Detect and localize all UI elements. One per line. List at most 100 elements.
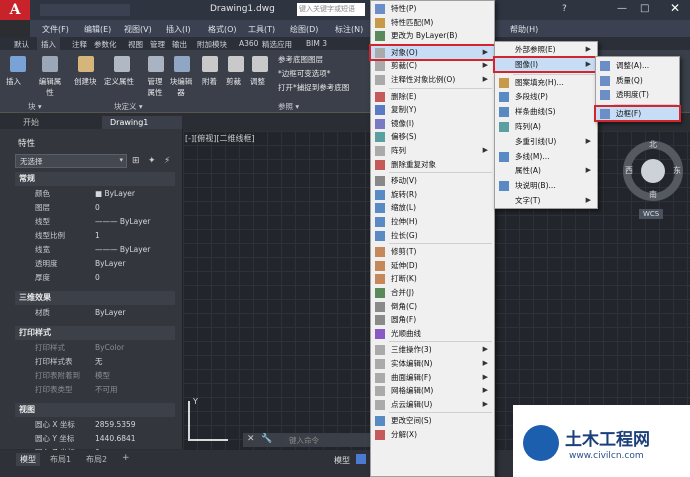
tab-default[interactable]: 默认 bbox=[14, 39, 29, 50]
property-row[interactable]: 打印表类型 不可用 bbox=[15, 383, 175, 397]
adjust-button[interactable]: 调整 bbox=[250, 76, 265, 87]
tab-manage[interactable]: 管理 bbox=[150, 39, 165, 50]
maximize-icon[interactable]: □ bbox=[640, 3, 649, 14]
submenu-item[interactable]: 多段线(P) bbox=[495, 90, 597, 104]
menu-file[interactable]: 文件(F) bbox=[42, 24, 69, 35]
tab-annotate[interactable]: 注释 bbox=[72, 39, 87, 50]
tab-layout1[interactable]: 布局1 bbox=[50, 454, 71, 465]
menu-view[interactable]: 视图(V) bbox=[124, 24, 152, 35]
select-objects-icon[interactable]: ✦ bbox=[148, 156, 156, 166]
menu-help[interactable]: 帮助(H) bbox=[510, 24, 538, 35]
menu-format[interactable]: 格式(O) bbox=[208, 24, 237, 35]
add-layout-icon[interactable]: + bbox=[122, 453, 130, 463]
property-row[interactable]: 打印样式表 无 bbox=[15, 355, 175, 369]
menu-item[interactable]: 删除(E) bbox=[371, 90, 494, 104]
attach-icon[interactable] bbox=[202, 56, 218, 72]
clip-button[interactable]: 剪裁 bbox=[226, 76, 241, 87]
submenu-item[interactable]: 透明度(T) bbox=[596, 88, 679, 102]
create-block-button[interactable]: 创建块 bbox=[74, 76, 97, 87]
group-reference-label[interactable]: 参照 ▾ bbox=[278, 101, 299, 112]
edit-attribute-button[interactable]: 编辑属性 bbox=[38, 76, 62, 98]
insert-block-button[interactable]: 插入 bbox=[6, 76, 21, 87]
submenu-item[interactable]: 多线(M)... bbox=[495, 150, 597, 164]
menu-item[interactable]: 三维操作(3) ▶ bbox=[371, 343, 494, 357]
menu-item[interactable]: 镜像(I) bbox=[371, 117, 494, 131]
minimize-icon[interactable]: — bbox=[617, 3, 627, 14]
submenu-item[interactable]: 块说明(B)... bbox=[495, 179, 597, 193]
property-row[interactable]: 线宽 ——— ByLayer bbox=[15, 243, 175, 257]
menu-item[interactable]: 更改空间(S) bbox=[371, 414, 494, 428]
menu-item[interactable]: 圆角(F) bbox=[371, 313, 494, 327]
tab-start[interactable]: 开始 bbox=[15, 116, 47, 129]
section-header[interactable]: 视图 bbox=[15, 403, 175, 417]
property-row[interactable]: 图层 0 bbox=[15, 201, 175, 215]
tab-model[interactable]: 模型 bbox=[16, 453, 40, 466]
submenu-item[interactable]: 图案填充(H)... bbox=[495, 76, 597, 90]
menu-item[interactable]: 特性(P) bbox=[371, 2, 494, 16]
help-icon[interactable]: ? bbox=[562, 4, 567, 14]
submenu-item[interactable]: 外部参照(E) ▶ bbox=[495, 43, 597, 57]
menu-item[interactable]: 注释性对象比例(O) ▶ bbox=[371, 73, 494, 87]
define-attribute-icon[interactable] bbox=[114, 56, 130, 72]
wrench-icon[interactable]: 🔧 bbox=[261, 434, 272, 444]
property-row[interactable]: 材质 ByLayer bbox=[15, 306, 175, 320]
menu-item[interactable]: 曲面编辑(F) ▶ bbox=[371, 371, 494, 385]
create-block-icon[interactable] bbox=[78, 56, 94, 72]
tab-bim[interactable]: BIM 3 bbox=[306, 39, 327, 48]
wcs-dropdown[interactable]: WCS bbox=[639, 209, 664, 219]
frame-variable-dropdown[interactable]: *边框可变选项* bbox=[278, 68, 331, 79]
app-logo-icon[interactable]: A bbox=[0, 0, 30, 20]
block-editor-icon[interactable] bbox=[174, 56, 190, 72]
tab-output[interactable]: 输出 bbox=[172, 39, 187, 50]
property-row[interactable]: 透明度 ByLayer bbox=[15, 257, 175, 271]
property-row[interactable]: 线型 ——— ByLayer bbox=[15, 215, 175, 229]
property-row[interactable]: 打印表附着到 模型 bbox=[15, 369, 175, 383]
attach-button[interactable]: 附着 bbox=[202, 76, 217, 87]
snap-to-underlay-button[interactable]: 打开*捕捉到参考底图 bbox=[278, 82, 349, 93]
property-row[interactable]: 圆心 Y 坐标 1440.6841 bbox=[15, 432, 175, 446]
define-attribute-button[interactable]: 定义属性 bbox=[104, 76, 134, 87]
viewcube-east[interactable]: 东 bbox=[673, 165, 681, 176]
submenu-item[interactable]: 图像(I) ▶ bbox=[493, 55, 599, 74]
close-icon[interactable]: ✕ bbox=[247, 434, 255, 444]
clip-icon[interactable] bbox=[228, 56, 244, 72]
menu-item[interactable]: 对象(O) ▶ bbox=[369, 43, 496, 62]
submenu-item[interactable]: 文字(T) ▶ bbox=[495, 194, 597, 208]
tab-layout2[interactable]: 布局2 bbox=[86, 454, 107, 465]
menu-item[interactable]: 移动(V) bbox=[371, 174, 494, 188]
manage-attributes-icon[interactable] bbox=[148, 56, 164, 72]
tab-parametric[interactable]: 参数化 bbox=[94, 39, 117, 50]
group-block-label[interactable]: 块 ▾ bbox=[28, 101, 42, 112]
manage-attributes-button[interactable]: 管理属性 bbox=[144, 76, 166, 98]
submenu-item[interactable]: 阵列(A) bbox=[495, 120, 597, 134]
edit-attribute-icon[interactable] bbox=[42, 56, 58, 72]
block-editor-button[interactable]: 块编辑器 bbox=[168, 76, 194, 98]
menu-item[interactable]: 延伸(D) bbox=[371, 259, 494, 273]
menu-item[interactable]: 网格编辑(M) ▶ bbox=[371, 384, 494, 398]
property-row[interactable]: 打印样式 ByColor bbox=[15, 341, 175, 355]
section-header[interactable]: 三维效果 bbox=[15, 291, 175, 305]
menu-tools[interactable]: 工具(T) bbox=[248, 24, 275, 35]
menu-insert[interactable]: 插入(I) bbox=[166, 24, 191, 35]
submenu-item[interactable]: 多重引线(U) ▶ bbox=[495, 135, 597, 149]
submenu-item[interactable]: 属性(A) ▶ bbox=[495, 164, 597, 178]
submenu-item[interactable]: 调整(A)... bbox=[596, 59, 679, 73]
quick-select-icon[interactable]: ⚡ bbox=[164, 156, 170, 166]
menu-item[interactable]: 特性匹配(M) bbox=[371, 16, 494, 30]
menu-edit[interactable]: 编辑(E) bbox=[84, 24, 111, 35]
menu-item[interactable]: 剪裁(C) ▶ bbox=[371, 59, 494, 73]
menu-item[interactable]: 打断(K) bbox=[371, 272, 494, 286]
viewcube-north[interactable]: 北 bbox=[649, 139, 657, 150]
menu-item[interactable]: 分解(X) bbox=[371, 428, 494, 442]
adjust-icon[interactable] bbox=[252, 56, 268, 72]
close-icon[interactable]: ✕ bbox=[660, 1, 690, 19]
underlay-layers-button[interactable]: 参考底图图层 bbox=[278, 54, 323, 65]
viewcube-face[interactable] bbox=[641, 159, 665, 183]
search-input[interactable]: 键入关键字或短语 bbox=[297, 3, 365, 16]
command-input[interactable]: 键入命令 bbox=[289, 435, 319, 446]
viewcube-south[interactable]: 南 bbox=[649, 189, 657, 200]
menu-item[interactable]: 修剪(T) bbox=[371, 245, 494, 259]
menu-item[interactable]: 合并(J) bbox=[371, 286, 494, 300]
toggle-pickadd-icon[interactable]: ⊞ bbox=[132, 156, 140, 166]
menu-item[interactable]: 删除重复对象 bbox=[371, 158, 494, 172]
